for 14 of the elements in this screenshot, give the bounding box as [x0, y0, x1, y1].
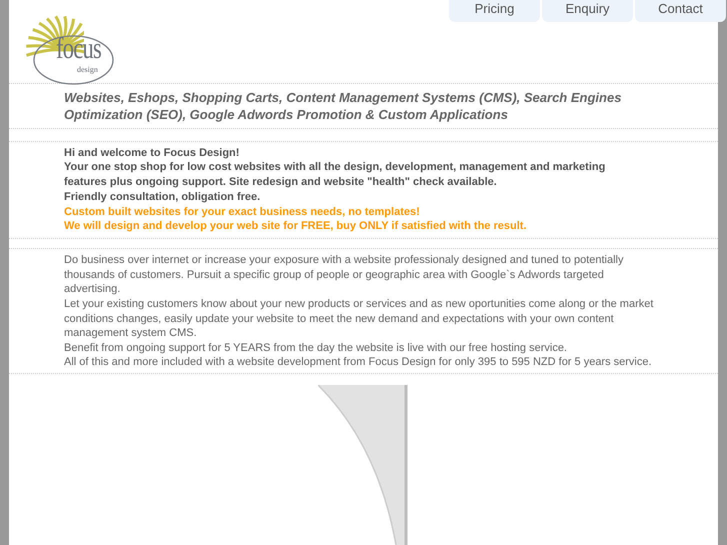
headline: Websites, Eshops, Shopping Carts, Content Management Systems (CMS), Search Engines Optimization (SEO), Google Adwords Promotion & Custom Applications	[64, 89, 622, 123]
promo-text: We will design and develop your web site for FREE, buy ONLY if satisfied with the result.	[64, 219, 528, 234]
intro-text: Hi and welcome to Focus Design!	[64, 146, 240, 160]
intro-text: Your one stop shop for low cost websites with all the design, development, management and marketing features plus ongoing support. Site redesign and website "health" check available.	[64, 160, 606, 190]
body-paragraph: All of this and more included with a website development from Focus Design for only 395 to 595 NZD for 5 years service.	[64, 355, 653, 370]
nav-tab[interactable]: Contact	[635, 0, 726, 22]
nav-tab[interactable]: Enquiry	[542, 0, 633, 22]
promo-text: Custom built websites for your exact business needs, no templates!	[64, 204, 421, 220]
nav-tab[interactable]: Pricing	[449, 0, 540, 22]
body-paragraph: Do business over internet or increase your exposure with a website professionaly designed and tuned to potentially thousands of customers. Pursuit a specific group of people or geographic area with Google`s Adwords targeted advertising.	[64, 253, 624, 298]
body-paragraph: Let your existing customers know about your new products or services and as new oportunities come along or the market conditions changes, easily update your website to meet the new demand and expectations with your own content management system CMS.	[64, 297, 654, 341]
body-paragraph: Benefit from ongoing support for 5 YEARS from the day the website is live with our free hosting service.	[64, 340, 568, 356]
logo-tagline: design	[77, 65, 98, 74]
intro-text: Friendly consultation, obligation free.	[64, 190, 262, 204]
